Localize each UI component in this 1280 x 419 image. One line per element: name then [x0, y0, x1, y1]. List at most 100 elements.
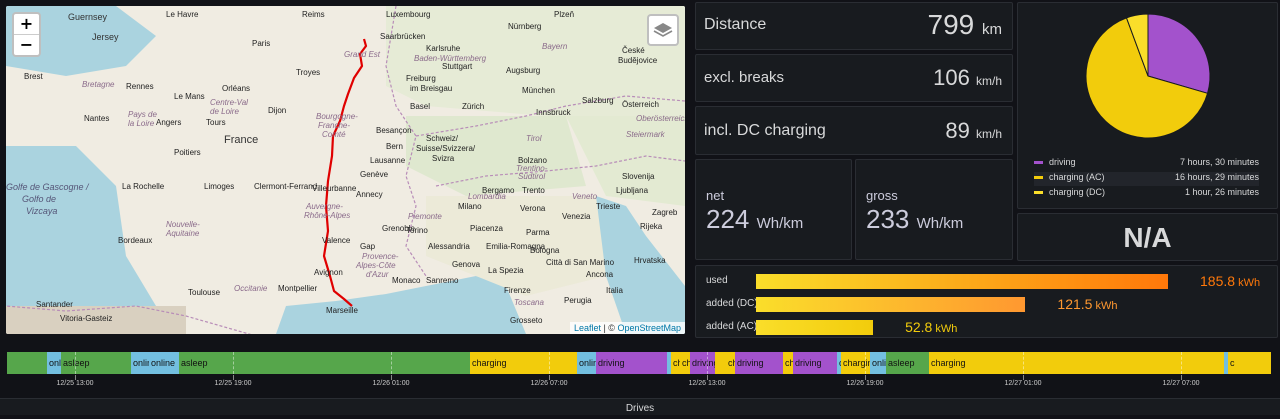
map-label: Italia — [606, 286, 623, 295]
timeline-segment[interactable] — [7, 352, 47, 374]
map-label: Venezia — [562, 212, 591, 221]
timeline-segment[interactable]: ch — [726, 352, 735, 374]
map-label: Salzburg — [582, 96, 614, 105]
map-label: München — [522, 86, 555, 95]
map-label: Vizcaya — [26, 206, 58, 216]
map-label: Nürnberg — [508, 22, 542, 31]
map-label: Franche- — [318, 121, 351, 130]
speed-excl-panel: excl. breaks 106 km/h — [695, 54, 1013, 102]
timeline-segment[interactable]: online — [149, 352, 179, 374]
map-label: Centre-Val — [210, 98, 248, 107]
map-label: Guernsey — [68, 12, 108, 22]
zoom-in-button[interactable]: + — [14, 14, 39, 34]
speed-incl-panel: incl. DC charging 89 km/h — [695, 106, 1013, 155]
map-label: Marseille — [326, 306, 359, 315]
map-label: Ljubljana — [616, 186, 649, 195]
map-label: Österreich — [622, 100, 659, 109]
map-label: Annecy — [356, 190, 383, 199]
timeline-segment[interactable]: ch — [783, 352, 793, 374]
energy-bar-value: 52.8 kWh — [905, 319, 957, 335]
map-label: Genova — [452, 260, 481, 269]
net-unit: Wh/km — [756, 215, 804, 232]
osm-link[interactable]: OpenStreetMap — [617, 323, 681, 333]
layers-button[interactable] — [647, 14, 679, 46]
timeline-segment[interactable]: driving — [690, 352, 715, 374]
map-label: d'Azur — [366, 270, 389, 279]
map-label: Bourgogne- — [316, 112, 358, 121]
map-label: Limoges — [204, 182, 235, 191]
timeline-segment[interactable]: onlin — [577, 352, 596, 374]
map-label: Innsbruck — [536, 108, 571, 117]
map-attribution: Leaflet | © OpenStreetMap — [569, 322, 685, 334]
timeline-segment[interactable]: asleep — [61, 352, 131, 374]
timeline-segment[interactable]: asleep — [886, 352, 929, 374]
legend-swatch — [1034, 161, 1043, 165]
timeline-gridline — [1181, 352, 1182, 374]
timeline-gridline — [549, 352, 550, 374]
map-label: Aquitaine — [166, 229, 200, 238]
map-label: Trieste — [596, 202, 621, 211]
map-label: Saarbrücken — [380, 32, 426, 41]
na-panel: N/A — [1017, 213, 1278, 261]
time-pie-chart — [1085, 13, 1211, 139]
map-label: Freiburg — [406, 74, 436, 83]
timeline-gridline — [865, 352, 866, 374]
timeline-gridline — [707, 352, 708, 374]
map-label: Bayern — [542, 42, 568, 51]
timeline-segment[interactable]: asleep — [179, 352, 470, 374]
timeline-segment[interactable]: ch — [671, 352, 680, 374]
energy-bar-label: added (AC) — [706, 321, 758, 332]
incl-dc-number: 89 — [945, 118, 970, 143]
map-label: Zürich — [462, 102, 485, 111]
state-timeline[interactable]: onliasleeponlinonlineasleepchargingonlin… — [7, 352, 1271, 374]
map-label: Reims — [302, 10, 325, 19]
timeline-segment[interactable]: c — [1228, 352, 1271, 374]
map-label: Rhône-Alpes — [304, 211, 351, 220]
map-label: Paris — [252, 39, 271, 48]
map-label: Torino — [406, 226, 428, 235]
zoom-control: + − — [12, 12, 41, 57]
leaflet-link[interactable]: Leaflet — [574, 323, 601, 333]
timeline-segment[interactable] — [715, 352, 726, 374]
timeline-segment[interactable]: charging — [929, 352, 1224, 374]
map-label: Augsburg — [506, 66, 541, 75]
map-label: Slovenija — [622, 172, 655, 181]
map-label: Nouvelle- — [166, 220, 200, 229]
legend-label: charging (AC) — [1049, 172, 1105, 182]
legend-item[interactable]: charging (DC) 1 hour, 26 minutes — [1034, 187, 1259, 201]
map-label: de Loire — [210, 107, 239, 116]
map-label: La Rochelle — [122, 182, 165, 191]
timeline-segment[interactable]: driving — [793, 352, 837, 374]
route-map[interactable]: Guernsey Jersey Le Havre Reims Luxembour… — [6, 6, 685, 334]
map-label: Alessandria — [428, 242, 470, 251]
legend-item[interactable]: driving 7 hours, 30 minutes — [1034, 157, 1259, 171]
map-label: im Breisgau — [410, 84, 453, 93]
timeline-segment[interactable]: driving — [596, 352, 667, 374]
excl-breaks-unit: km/h — [975, 74, 1002, 88]
map-label: Troyes — [296, 68, 321, 77]
map-label: Perugia — [564, 296, 592, 305]
timeline-segment[interactable]: onlin — [870, 352, 886, 374]
map-label: Karlsruhe — [426, 44, 461, 53]
map-label: Poitiers — [174, 148, 201, 157]
energy-bar — [756, 297, 1026, 312]
legend-value: 1 hour, 26 minutes — [1184, 187, 1259, 197]
map-label: Piacenza — [470, 224, 503, 233]
map-label: Toulouse — [188, 288, 221, 297]
map-label: Genève — [360, 170, 389, 179]
timeline-segment[interactable]: driving — [735, 352, 783, 374]
timeline-tick-label: 12/25 19:00 — [214, 380, 252, 387]
timeline-segment[interactable]: charging — [470, 352, 577, 374]
map-label: Alpes-Côte — [356, 261, 396, 270]
zoom-out-button[interactable]: − — [14, 34, 39, 55]
timeline-segment[interactable]: ch — [680, 352, 690, 374]
map-label: Lombardia — [468, 192, 506, 201]
legend-item[interactable]: charging (AC) 16 hours, 29 minutes — [1034, 172, 1259, 186]
map-label: Le Mans — [174, 92, 205, 101]
drives-section-header[interactable]: Drives — [0, 398, 1280, 415]
map-label: Bordeaux — [118, 236, 153, 245]
distance-panel: Distance 799 km — [695, 2, 1013, 50]
timeline-segment[interactable]: onli — [47, 352, 61, 374]
timeline-segment[interactable]: onlin — [131, 352, 149, 374]
map-label: Milano — [458, 202, 482, 211]
